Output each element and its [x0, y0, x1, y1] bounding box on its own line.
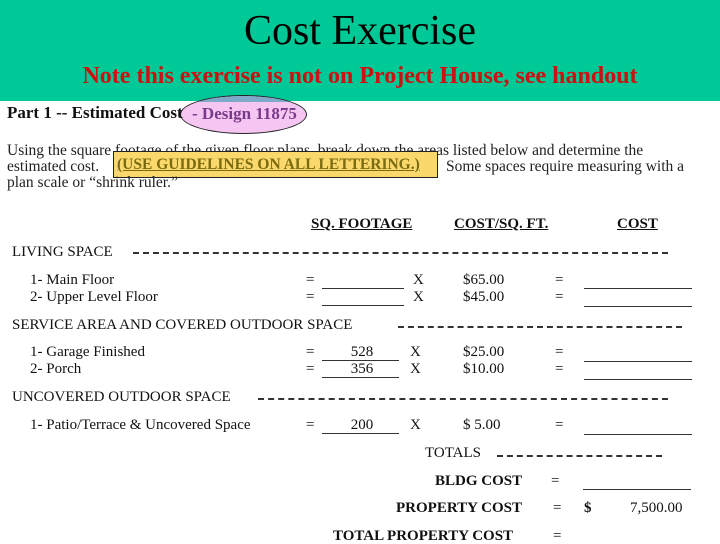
cost-blank-patio[interactable]: [584, 434, 692, 435]
equals-sign: =: [555, 361, 564, 377]
equals-sign: =: [551, 473, 560, 489]
equals-sign: =: [555, 344, 564, 360]
column-header-cost: COST: [617, 216, 658, 232]
dollar-sign: $: [584, 500, 592, 516]
row-label: 2- Porch: [30, 361, 82, 377]
equals-sign: =: [555, 417, 564, 433]
sq-ft-value: 200: [350, 417, 374, 433]
section-divider: [398, 326, 682, 328]
totals-title: TOTALS: [425, 445, 482, 461]
total-property-cost-label: TOTAL PROPERTY COST: [333, 528, 514, 544]
instructions-line-2-prefix: estimated cost.: [7, 158, 100, 175]
instructions-line-2-suffix: Some spaces require measuring with a: [446, 158, 685, 175]
cost-per-sqft-value: $45.00: [463, 289, 505, 305]
sq-ft-value: 356: [350, 361, 374, 377]
cost-blank-porch[interactable]: [584, 379, 692, 380]
totals-divider: [497, 455, 662, 457]
row-label: 2- Upper Level Floor: [30, 289, 158, 305]
slide-header: Cost Exercise Note this exercise is not …: [0, 0, 720, 101]
instructions-line-3: plan scale or “shrink ruler.”: [7, 174, 178, 191]
property-cost-value: 7,500.00: [630, 500, 683, 516]
section-divider: [133, 252, 668, 254]
column-header-cost-per-sqft: COST/SQ. FT.: [454, 216, 549, 232]
equals-sign: =: [553, 528, 562, 544]
slide-subtitle: Note this exercise is not on Project Hou…: [82, 63, 638, 89]
equals-sign: =: [306, 289, 315, 305]
section-title-uncovered-outdoor: UNCOVERED OUTDOOR SPACE: [12, 389, 231, 405]
equals-sign: =: [555, 272, 564, 288]
sq-ft-underline: [322, 433, 399, 434]
equals-sign: =: [306, 361, 315, 377]
equals-sign: =: [555, 289, 564, 305]
times-sign: X: [410, 417, 421, 433]
property-cost-label: PROPERTY COST: [396, 500, 523, 516]
cost-per-sqft-value: $25.00: [463, 344, 505, 360]
cost-per-sqft-value: $65.00: [463, 272, 505, 288]
sq-ft-value: 528: [350, 344, 374, 360]
slide-title: Cost Exercise: [243, 8, 477, 54]
equals-sign: =: [306, 417, 315, 433]
row-label: 1- Main Floor: [30, 272, 115, 288]
times-sign: X: [413, 289, 424, 305]
part-label: Part 1 -- Estimated Cost: [7, 103, 183, 122]
row-label: 1- Patio/Terrace & Uncovered Space: [30, 417, 251, 433]
cost-blank-main-floor[interactable]: [584, 288, 692, 289]
cost-per-sqft-value: $10.00: [463, 361, 505, 377]
cost-per-sqft-value: $ 5.00: [463, 417, 501, 433]
column-header-sq-footage: SQ. FOOTAGE: [311, 216, 413, 232]
cost-blank-upper-floor[interactable]: [584, 306, 692, 307]
lettering-note: (USE GUIDELINES ON ALL LETTERING.): [117, 156, 420, 173]
times-sign: X: [410, 361, 421, 377]
row-label: 1- Garage Finished: [30, 344, 145, 360]
design-number: - Design 11875: [192, 104, 297, 123]
section-title-service-area: SERVICE AREA AND COVERED OUTDOOR SPACE: [12, 317, 353, 333]
equals-sign: =: [306, 344, 315, 360]
section-divider: [258, 398, 668, 400]
equals-sign: =: [553, 500, 562, 516]
sq-ft-blank-main-floor[interactable]: [322, 288, 404, 289]
sq-ft-blank-upper-floor[interactable]: [322, 305, 404, 306]
sq-ft-underline: [322, 377, 399, 378]
times-sign: X: [410, 344, 421, 360]
bldg-cost-blank[interactable]: [583, 489, 691, 490]
times-sign: X: [413, 272, 424, 288]
cost-blank-garage[interactable]: [584, 361, 692, 362]
equals-sign: =: [306, 272, 315, 288]
section-title-living-space: LIVING SPACE: [12, 244, 113, 260]
bldg-cost-label: BLDG COST: [435, 473, 523, 489]
